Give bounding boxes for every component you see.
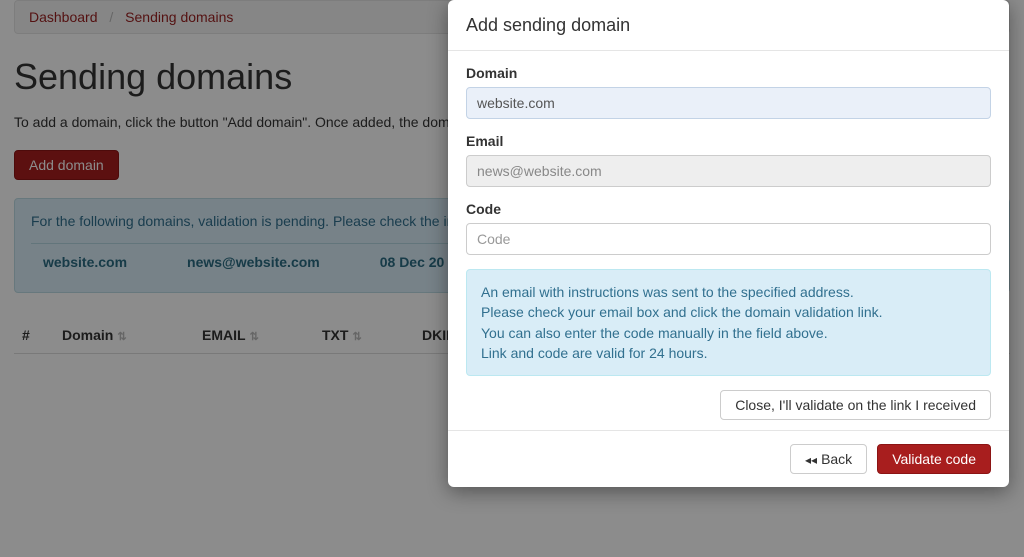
rewind-icon: ◂◂ <box>805 453 817 467</box>
add-sending-domain-modal: Add sending domain Domain Email Code An … <box>448 0 1009 487</box>
domain-input[interactable] <box>466 87 991 119</box>
instruction-info-box: An email with instructions was sent to t… <box>466 269 991 376</box>
validate-code-button[interactable]: Validate code <box>877 444 991 474</box>
info-line: An email with instructions was sent to t… <box>481 282 976 302</box>
modal-title: Add sending domain <box>448 0 1009 51</box>
email-input[interactable] <box>466 155 991 187</box>
code-input[interactable] <box>466 223 991 255</box>
info-line: Link and code are valid for 24 hours. <box>481 343 976 363</box>
domain-label: Domain <box>466 65 991 81</box>
email-label: Email <box>466 133 991 149</box>
close-validate-later-button[interactable]: Close, I'll validate on the link I recei… <box>720 390 991 420</box>
info-line: Please check your email box and click th… <box>481 302 976 322</box>
back-button[interactable]: ◂◂Back <box>790 444 867 474</box>
code-label: Code <box>466 201 991 217</box>
info-line: You can also enter the code manually in … <box>481 323 976 343</box>
